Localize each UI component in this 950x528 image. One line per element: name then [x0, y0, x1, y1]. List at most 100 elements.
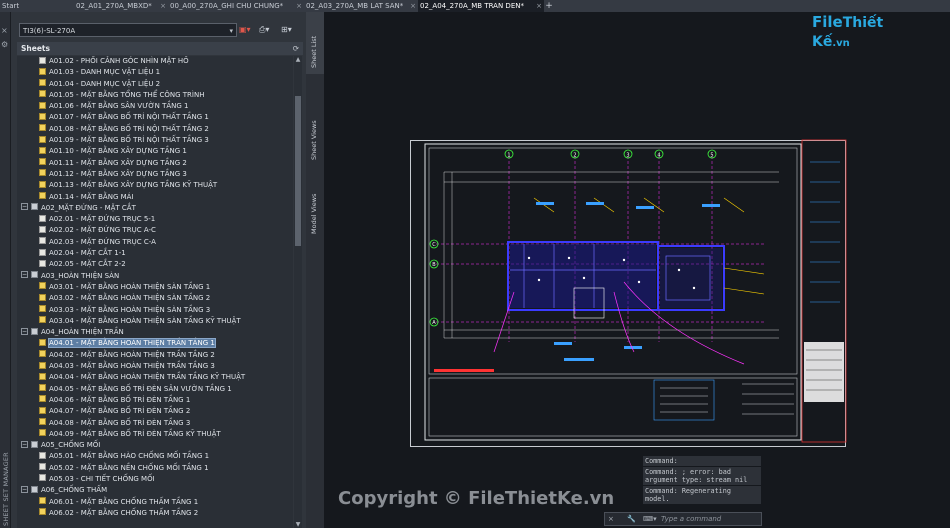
- sheet-label: A03_HOÀN THIỆN SÀN: [41, 271, 120, 280]
- subset-row[interactable]: − A05_CHỐNG MỐI: [17, 440, 293, 451]
- subset-row[interactable]: − A03_HOÀN THIỆN SÀN: [17, 271, 293, 282]
- close-icon[interactable]: ×: [410, 0, 416, 12]
- sheet-row[interactable]: A01.14 - MẶT BẰNG MÁI: [17, 192, 293, 203]
- sheet-icon: [39, 293, 46, 301]
- sheet-set-dropdown[interactable]: TI3(6)-SL-270A ▾: [19, 23, 237, 37]
- sheet-row[interactable]: A01.09 - MẶT BẰNG BỐ TRÍ NỘI THẤT TẦNG 3: [17, 135, 293, 146]
- sheet-icon: [39, 384, 46, 392]
- sheet-row[interactable]: A05.01 - MẶT BẰNG HÀO CHỐNG MỐI TẦNG 1: [17, 451, 293, 462]
- sheet-row[interactable]: A01.12 - MẶT BẰNG XÂY DỰNG TẦNG 3: [17, 169, 293, 180]
- properties-icon[interactable]: ⚙: [1, 40, 8, 49]
- grid-bubble-label: 1: [507, 153, 510, 159]
- sheet-row[interactable]: A03.03 - MẶT BẰNG HOÀN THIỆN SÀN TẦNG 3: [17, 305, 293, 316]
- tab-label: 02_A01_270A_MBXD*: [76, 2, 152, 10]
- subset-icon: [31, 327, 38, 335]
- sheet-label: A03.01 - MẶT BẰNG HOÀN THIỆN SÀN TẦNG 1: [49, 282, 211, 291]
- sheet-row[interactable]: A01.11 - MẶT BẰNG XÂY DỰNG TẦNG 2: [17, 158, 293, 169]
- collapse-toggle-icon[interactable]: −: [21, 271, 28, 279]
- sheet-row[interactable]: A01.06 - MẶT BẰNG SÂN VƯỜN TẦNG 1: [17, 101, 293, 112]
- tree-scrollbar[interactable]: ▲ ▼: [294, 56, 302, 528]
- close-icon[interactable]: ×: [536, 0, 542, 12]
- plot-icon[interactable]: ⎙▾: [259, 23, 269, 37]
- tab-sheet-views[interactable]: Sheet Views: [306, 104, 324, 166]
- refresh-icon[interactable]: ⟳: [293, 42, 299, 55]
- collapse-toggle-icon[interactable]: −: [21, 485, 28, 493]
- sheet-label: A01.11 - MẶT BẰNG XÂY DỰNG TẦNG 2: [49, 158, 187, 167]
- collapse-toggle-icon[interactable]: −: [21, 203, 28, 211]
- scroll-down-icon[interactable]: ▼: [294, 521, 302, 528]
- tab-doc-1[interactable]: 02_A01_270A_MBXD* ×: [74, 0, 168, 12]
- customize-icon[interactable]: 🔧: [627, 513, 636, 525]
- scroll-thumb[interactable]: [295, 96, 301, 246]
- sheet-row[interactable]: A04.06 - MẶT BẰNG BỐ TRÍ ĐÈN TẦNG 1: [17, 395, 293, 406]
- sheet-label: A01.12 - MẶT BẰNG XÂY DỰNG TẦNG 3: [49, 169, 187, 178]
- sheet-row[interactable]: A02.02 - MẶT ĐỨNG TRỤC A-C: [17, 225, 293, 236]
- sheet-row[interactable]: A02.04 - MẶT CẮT 1-1: [17, 248, 293, 259]
- sheet-row[interactable]: A02.03 - MẶT ĐỨNG TRỤC C-A: [17, 237, 293, 248]
- subset-row[interactable]: − A04_HOÀN THIỆN TRẦN: [17, 327, 293, 338]
- tab-sheet-list[interactable]: Sheet List: [306, 12, 324, 74]
- grid-bubble-label: A: [432, 320, 436, 326]
- sheet-icon: [39, 350, 46, 358]
- tab-model-views[interactable]: Model Views: [306, 178, 324, 240]
- sheet-label: A01.07 - MẶT BẰNG BỐ TRÍ NỘI THẤT TẦNG 1: [49, 113, 209, 122]
- sheet-row[interactable]: A03.02 - MẶT BẰNG HOÀN THIỆN SÀN TẦNG 2: [17, 293, 293, 304]
- tab-doc-3[interactable]: 02_A03_270A_MB LAT SAN* ×: [304, 0, 418, 12]
- sheet-label: A01.10 - MẶT BẰNG XÂY DỰNG TẦNG 1: [49, 147, 187, 156]
- sheet-row[interactable]: A06.02 - MẶT BẰNG CHỐNG THẤM TẦNG 2: [17, 508, 293, 519]
- sheet-label: A04.07 - MẶT BẰNG BỐ TRÍ ĐÈN TẦNG 2: [49, 407, 191, 416]
- sheet-row[interactable]: A05.02 - MẶT BẰNG NỀN CHỐNG MỐI TẦNG 1: [17, 463, 293, 474]
- sheet-row[interactable]: A06.01 - MẶT BẰNG CHỐNG THẤM TẦNG 1: [17, 497, 293, 508]
- sheet-icon: [39, 214, 46, 222]
- close-icon[interactable]: ×: [160, 0, 166, 12]
- drawing-canvas[interactable]: 1 2 3 4 5 C B A: [324, 12, 950, 528]
- sheet-row[interactable]: A02.05 - MẶT CẮT 2-2: [17, 259, 293, 270]
- sheet-icon: [39, 395, 46, 403]
- publish-icon[interactable]: ▣▾: [239, 23, 251, 37]
- model-view-icon[interactable]: ⊞▾: [281, 23, 292, 37]
- sheet-label: A05_CHỐNG MỐI: [41, 441, 101, 450]
- tab-doc-4-active[interactable]: 02_A04_270A_MB TRAN DEN* ×: [418, 0, 544, 12]
- sheet-row[interactable]: A01.10 - MẶT BẰNG XÂY DỰNG TẦNG 1: [17, 146, 293, 157]
- sheet-icon: [39, 418, 46, 425]
- sheet-row[interactable]: A04.09 - MẶT BẰNG BỐ TRÍ ĐÈN TẦNG KỸ THU…: [17, 429, 293, 440]
- close-icon[interactable]: ×: [296, 0, 302, 12]
- command-line-input[interactable]: × 🔧 ⌨▾ Type a command: [604, 512, 762, 526]
- sheet-row[interactable]: A01.08 - MẶT BẰNG BỐ TRÍ NỘI THẤT TẦNG 2: [17, 124, 293, 135]
- sheet-row[interactable]: A01.03 - DANH MỤC VẬT LIỆU 1: [17, 67, 293, 78]
- sheet-row[interactable]: A04.01 - MẶT BẰNG HOÀN THIỆN TRẦN TẦNG 1: [17, 338, 293, 349]
- palette-title: SHEET SET MANAGER: [2, 452, 10, 526]
- sheet-row[interactable]: A04.07 - MẶT BẰNG BỐ TRÍ ĐÈN TẦNG 2: [17, 406, 293, 417]
- sheet-icon: [39, 316, 46, 324]
- new-tab-button[interactable]: +: [544, 0, 554, 12]
- scroll-up-icon[interactable]: ▲: [294, 56, 302, 63]
- close-icon[interactable]: ×: [1, 26, 8, 35]
- sheet-row[interactable]: A01.07 - MẶT BẰNG BỐ TRÍ NỘI THẤT TẦNG 1: [17, 112, 293, 123]
- sheet-row[interactable]: A01.04 - DANH MỤC VẬT LIỆU 2: [17, 79, 293, 90]
- grid-bubble-label: 5: [710, 153, 713, 159]
- sheet-row[interactable]: A01.05 - MẶT BẰNG TỔNG THỂ CÔNG TRÌNH: [17, 90, 293, 101]
- tab-start[interactable]: Start: [0, 0, 74, 12]
- sheet-row[interactable]: A05.03 - CHI TIẾT CHỐNG MỐI: [17, 474, 293, 485]
- sheet-row[interactable]: A03.04 - MẶT BẰNG HOÀN THIỆN SÀN TẦNG KỸ…: [17, 316, 293, 327]
- sheet-row[interactable]: A01.13 - MẶT BẰNG XÂY DỰNG TẦNG KỸ THUẬT: [17, 180, 293, 191]
- collapse-toggle-icon[interactable]: −: [21, 440, 28, 448]
- sheet-row[interactable]: A02.01 - MẶT ĐỨNG TRỤC 5-1: [17, 214, 293, 225]
- sheet-row[interactable]: A03.01 - MẶT BẰNG HOÀN THIỆN SÀN TẦNG 1: [17, 282, 293, 293]
- sheet-row[interactable]: A04.02 - MẶT BẰNG HOÀN THIỆN TRẦN TẦNG 2: [17, 350, 293, 361]
- sheet-row[interactable]: A04.04 - MẶT BẰNG HOÀN THIỆN TRẦN TẦNG K…: [17, 372, 293, 383]
- sheet-icon: [39, 56, 46, 64]
- sheet-label: A01.03 - DANH MỤC VẬT LIỆU 1: [49, 68, 161, 77]
- sheet-row[interactable]: A04.08 - MẶT BẰNG BỐ TRÍ ĐÈN TẦNG 3: [17, 418, 293, 429]
- tab-doc-2[interactable]: 00_A00_270A_GHI CHU CHUNG* ×: [168, 0, 304, 12]
- close-icon[interactable]: ×: [608, 513, 614, 525]
- sheet-row[interactable]: A04.05 - MẶT BẰNG BỐ TRÍ ĐÈN SÂN VƯỜN TẦ…: [17, 384, 293, 395]
- sheet-label: A04.06 - MẶT BẰNG BỐ TRÍ ĐÈN TẦNG 1: [49, 395, 191, 404]
- subset-row[interactable]: − A06_CHỐNG THẤM: [17, 485, 293, 496]
- collapse-toggle-icon[interactable]: −: [21, 327, 28, 335]
- sheet-icon: [39, 180, 46, 188]
- subset-row[interactable]: − A02_MẶT ĐỨNG - MẶT CẮT: [17, 203, 293, 214]
- sheet-row[interactable]: A04.03 - MẶT BẰNG HOÀN THIỆN TRẦN TẦNG 3: [17, 361, 293, 372]
- sheet-row[interactable]: A01.02 - PHỐI CẢNH GÓC NHÌN MẶT HỒ: [17, 56, 293, 67]
- floor-plan-drawing: 1 2 3 4 5 C B A: [424, 139, 847, 443]
